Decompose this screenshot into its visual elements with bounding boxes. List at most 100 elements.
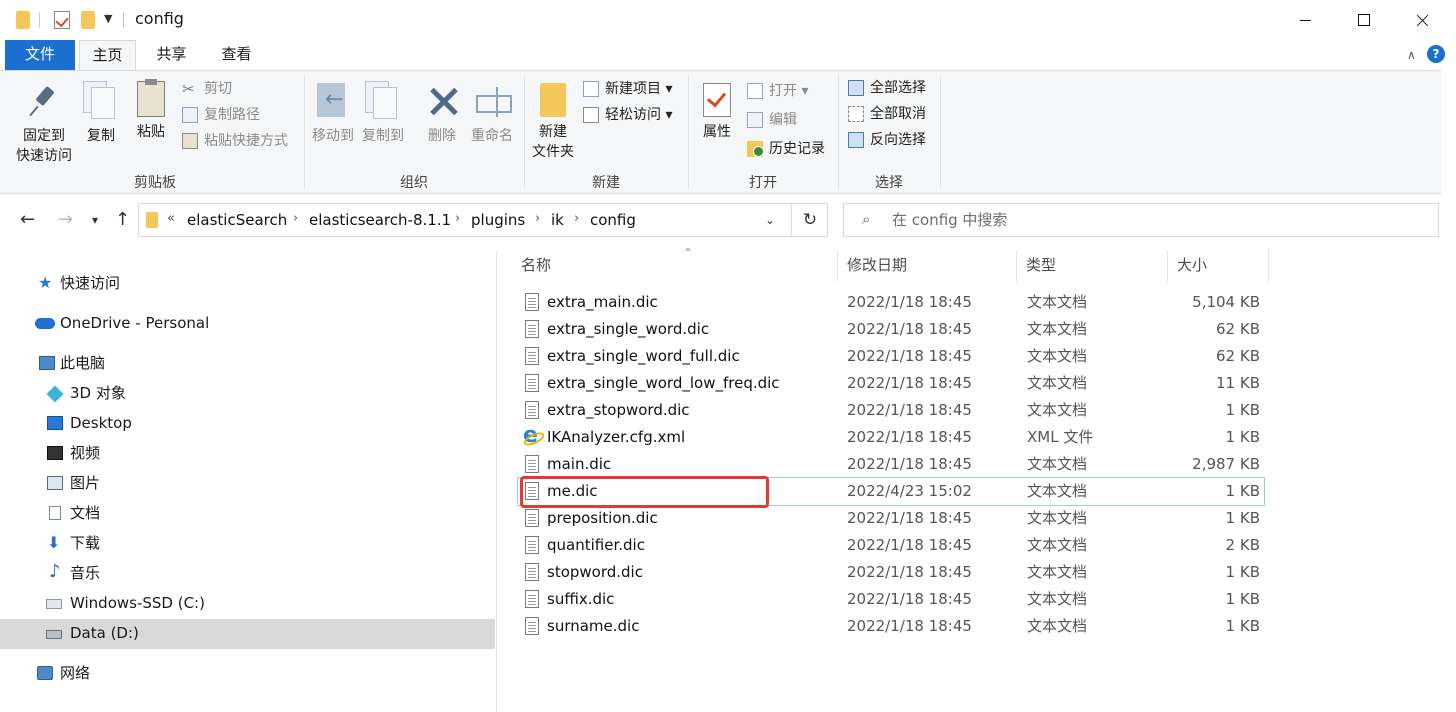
open-group-label: 打开 xyxy=(749,175,777,191)
column-header-label: 类型 xyxy=(1026,256,1057,274)
text-file-icon xyxy=(525,590,539,608)
edit-button[interactable]: 编辑 xyxy=(747,109,797,131)
file-row[interactable]: extra_stopword.dic 2022/1/18 18:45 文本文档 1 K… xyxy=(518,397,1264,424)
nav-item-desktop[interactable]: Desktop xyxy=(0,409,495,439)
chevron-down-icon[interactable]: ⌄ xyxy=(765,213,775,227)
nav-item-drive-d[interactable]: Data (D:) xyxy=(0,619,495,649)
text-file-icon xyxy=(525,509,539,527)
refresh-button[interactable]: ↻ xyxy=(791,204,828,236)
folder-icon xyxy=(146,212,158,228)
open-button[interactable]: 打开 ▾ xyxy=(747,80,808,102)
select-none-button[interactable]: 全部取消 xyxy=(848,103,926,125)
breadcrumb-separator[interactable]: › xyxy=(293,211,298,226)
file-row[interactable]: main.dic 2022/1/18 18:45 文本文档 2,987 KB xyxy=(518,451,1264,478)
overflow-chevron[interactable]: « xyxy=(167,211,175,226)
recent-locations-button[interactable]: ▾ xyxy=(92,213,98,227)
new-folder-label-1: 新建 xyxy=(539,124,567,140)
forward-button[interactable]: → xyxy=(58,209,73,230)
text-file-icon xyxy=(525,293,539,311)
minimize-button[interactable] xyxy=(1277,0,1335,40)
new-folder-button[interactable]: 新建 文件夹 xyxy=(530,81,576,161)
nav-item-pictures[interactable]: 图片 xyxy=(0,469,495,499)
properties-button[interactable]: 属性 xyxy=(696,81,738,141)
column-header-type[interactable]: 类型 xyxy=(1018,250,1168,282)
history-button[interactable]: 历史记录 xyxy=(747,138,825,160)
file-row[interactable]: IKAnalyzer.cfg.xml 2022/1/18 18:45 XML 文件 1… xyxy=(518,422,1264,451)
back-button[interactable]: ← xyxy=(20,209,35,230)
nav-item-quick-access[interactable]: 快速访问 xyxy=(0,269,495,299)
tab-file[interactable]: 文件 xyxy=(5,40,75,70)
breadcrumb-item[interactable]: ik xyxy=(551,211,564,229)
file-name: extra_single_word_full.dic xyxy=(547,347,740,365)
breadcrumb-item[interactable]: elasticsearch-8.1.1 xyxy=(309,211,451,229)
column-header-date[interactable]: 修改日期 xyxy=(839,250,1017,282)
file-type: 文本文档 xyxy=(1027,617,1088,635)
column-header-name[interactable]: 名称 ⌃ xyxy=(513,246,838,282)
nav-item-label: 音乐 xyxy=(70,564,101,582)
chevron-down-icon[interactable]: ▼ xyxy=(104,12,112,25)
file-row[interactable]: extra_single_word_low_freq.dic 2022/1/18 … xyxy=(518,370,1264,397)
breadcrumb-separator[interactable]: › xyxy=(535,211,540,226)
nav-item-drive-c[interactable]: Windows-SSD (C:) xyxy=(0,589,495,619)
file-row[interactable]: preposition.dic 2022/1/18 18:45 文本文档 1 KB xyxy=(518,505,1264,532)
divider xyxy=(123,12,124,28)
nav-item-3d-objects[interactable]: 3D 对象 xyxy=(0,379,495,409)
delete-button[interactable]: 删除 xyxy=(420,81,464,145)
paste-shortcut-button[interactable]: 粘贴快捷方式 xyxy=(182,130,288,152)
breadcrumb-item[interactable]: elasticSearch xyxy=(187,211,287,229)
copy-path-button[interactable]: 复制路径 xyxy=(182,104,260,126)
breadcrumb-separator[interactable]: › xyxy=(574,211,579,226)
nav-item-onedrive[interactable]: OneDrive - Personal xyxy=(0,309,495,339)
tab-view[interactable]: 查看 xyxy=(208,40,265,70)
up-button[interactable]: ↑ xyxy=(115,209,130,230)
nav-item-documents[interactable]: 文档 xyxy=(0,499,495,529)
breadcrumb-item[interactable]: plugins xyxy=(471,211,525,229)
copy-button[interactable]: 复制 xyxy=(80,81,122,145)
file-size: 2,987 KB xyxy=(1192,455,1260,473)
file-name: suffix.dic xyxy=(547,590,615,608)
cube-icon xyxy=(46,385,64,403)
move-to-button[interactable]: 移动到 xyxy=(310,81,356,145)
document-icon xyxy=(49,506,61,520)
nav-item-videos[interactable]: 视频 xyxy=(0,439,495,469)
file-row[interactable]: quantifier.dic 2022/1/18 18:45 文本文档 2 KB xyxy=(518,532,1264,559)
cut-button[interactable]: 剪切 xyxy=(182,78,232,100)
search-box[interactable]: ⌕ xyxy=(843,203,1439,237)
address-bar[interactable]: « elasticSearch › elasticsearch-8.1.1 › … xyxy=(138,203,828,237)
select-all-button[interactable]: 全部选择 xyxy=(848,77,926,99)
nav-item-label: Desktop xyxy=(70,414,132,432)
file-row[interactable]: extra_main.dic 2022/1/18 18:45 文本文档 5,104 K… xyxy=(518,289,1264,316)
copy-to-button[interactable]: 复制到 xyxy=(360,81,406,145)
rename-button[interactable]: 重命名 xyxy=(468,81,516,145)
file-row[interactable]: extra_single_word_full.dic 2022/1/18 18:4… xyxy=(518,343,1264,370)
maximize-button[interactable] xyxy=(1335,0,1393,40)
new-group-label: 新建 xyxy=(592,175,620,191)
breadcrumb-item[interactable]: config xyxy=(590,211,636,229)
file-date: 2022/4/23 15:02 xyxy=(847,482,972,500)
file-type: 文本文档 xyxy=(1027,293,1088,311)
nav-item-network[interactable]: 网络 xyxy=(0,659,495,689)
column-header-size[interactable]: 大小 xyxy=(1169,250,1269,282)
paste-button[interactable]: 粘贴 xyxy=(130,79,172,141)
breadcrumb-separator[interactable]: › xyxy=(455,211,460,226)
search-input[interactable] xyxy=(892,205,1422,235)
file-row[interactable]: suffix.dic 2022/1/18 18:45 文本文档 1 KB xyxy=(518,586,1264,613)
easy-access-button[interactable]: 轻松访问 ▾ xyxy=(583,104,672,126)
pin-quick-access-button[interactable]: 固定到 快速访问 xyxy=(12,81,76,165)
tab-home[interactable]: 主页 xyxy=(79,40,136,71)
nav-item-this-pc[interactable]: 此电脑 xyxy=(0,349,495,379)
help-icon[interactable]: ? xyxy=(1427,45,1445,63)
nav-item-downloads[interactable]: 下载 xyxy=(0,529,495,559)
nav-item-music[interactable]: 音乐 xyxy=(0,558,495,589)
tab-share[interactable]: 共享 xyxy=(143,40,200,70)
close-button[interactable] xyxy=(1393,0,1451,40)
file-row[interactable]: extra_single_word.dic 2022/1/18 18:45 文本文档… xyxy=(518,316,1264,343)
file-row[interactable]: surname.dic 2022/1/18 18:45 文本文档 1 KB xyxy=(518,613,1264,640)
chevron-up-icon[interactable]: ∧ xyxy=(1407,48,1416,62)
copy-to-icon xyxy=(365,81,401,121)
invert-selection-button[interactable]: 反向选择 xyxy=(848,129,926,151)
new-folder-qa-icon[interactable] xyxy=(81,11,95,29)
file-row[interactable]: stopword.dic 2022/1/18 18:45 文本文档 1 KB xyxy=(518,559,1264,586)
properties-qa-icon[interactable] xyxy=(54,11,70,29)
new-item-button[interactable]: 新建项目 ▾ xyxy=(583,78,672,100)
